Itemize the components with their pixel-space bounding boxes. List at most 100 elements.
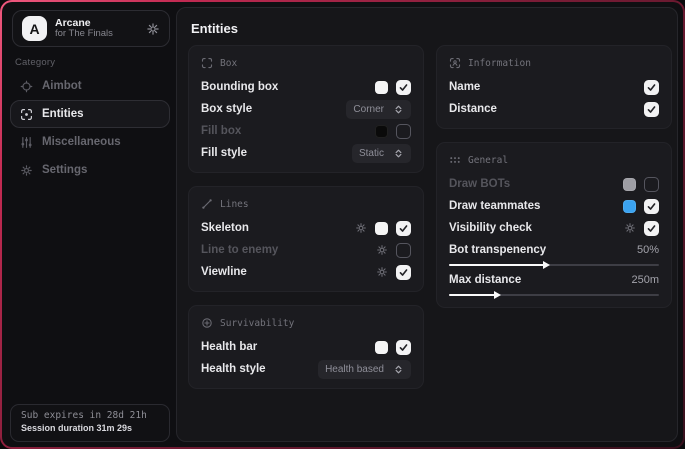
- skeleton-config-gear-icon[interactable]: [355, 222, 367, 234]
- check-icon: [647, 105, 656, 114]
- sidebar-item-entities[interactable]: Entities: [10, 100, 170, 128]
- grid-dots-icon: [449, 154, 461, 166]
- left-column: Box Bounding box Box style: [188, 45, 424, 402]
- setting-label: Max distance: [449, 274, 521, 286]
- check-icon: [399, 343, 408, 352]
- sidebar-item-label: Aimbot: [42, 80, 82, 92]
- setting-row-fill-box: Fill box: [201, 120, 411, 142]
- fill-style-dropdown[interactable]: Static: [352, 144, 411, 163]
- checkbox[interactable]: [644, 102, 659, 117]
- color-swatch[interactable]: [375, 125, 388, 138]
- setting-row-viewline: Viewline: [201, 261, 411, 283]
- health-icon: [201, 317, 213, 329]
- app-window: A Arcane for The Finals Category Aimbot: [2, 2, 683, 447]
- survivability-section: Survivability Health bar Health style: [188, 305, 424, 389]
- crosshair-icon: [20, 80, 33, 93]
- section-title: Survivability: [220, 318, 294, 329]
- setting-label: Health style: [201, 363, 318, 375]
- color-swatch[interactable]: [375, 341, 388, 354]
- setting-row-bot-transparency: Bot transpenency 50%: [449, 239, 659, 269]
- setting-row-health-style: Health style Health based: [201, 358, 411, 380]
- section-title: Information: [468, 58, 531, 69]
- person-scan-icon: [449, 57, 461, 69]
- setting-label: Fill box: [201, 125, 375, 137]
- setting-label: Bot transpenency: [449, 244, 546, 256]
- chevron-updown-icon: [393, 104, 404, 115]
- setting-label: Fill style: [201, 147, 352, 159]
- information-section: Information Name Distance: [436, 45, 672, 129]
- checkbox[interactable]: [396, 243, 411, 258]
- gear-icon: [20, 164, 33, 177]
- checkbox[interactable]: [396, 221, 411, 236]
- setting-label: Visibility check: [449, 222, 624, 234]
- dropdown-value: Corner: [353, 104, 384, 115]
- sub-expiry-text: Sub expires in 28d 21h: [21, 410, 159, 421]
- brand-card: A Arcane for The Finals: [12, 10, 170, 47]
- setting-label: Draw teammates: [449, 200, 623, 212]
- sidebar-item-settings[interactable]: Settings: [10, 156, 170, 184]
- checkbox[interactable]: [644, 80, 659, 95]
- check-icon: [399, 224, 408, 233]
- setting-label: Draw BOTs: [449, 178, 623, 190]
- slider-value: 250m: [631, 274, 659, 286]
- color-swatch[interactable]: [375, 81, 388, 94]
- setting-row-visibility-check: Visibility check: [449, 217, 659, 239]
- setting-row-max-distance: Max distance 250m: [449, 269, 659, 299]
- right-column: Information Name Distance: [436, 45, 672, 321]
- line-icon: [201, 198, 213, 210]
- slider-fill[interactable]: [449, 264, 544, 266]
- general-section: General Draw BOTs Draw teammates: [436, 142, 672, 308]
- box-section: Box Bounding box Box style: [188, 45, 424, 173]
- checkbox[interactable]: [644, 199, 659, 214]
- sliders-icon: [20, 136, 33, 149]
- sidebar-item-label: Entities: [42, 108, 84, 120]
- checkbox[interactable]: [396, 124, 411, 139]
- setting-label: Name: [449, 81, 644, 93]
- sidebar: A Arcane for The Finals Category Aimbot: [2, 2, 177, 447]
- chevron-updown-icon: [393, 148, 404, 159]
- main-panel: Entities Box Bounding box: [176, 7, 678, 442]
- sidebar-item-miscellaneous[interactable]: Miscellaneous: [10, 128, 170, 156]
- section-title: Lines: [220, 199, 249, 210]
- page-title: Entities: [191, 21, 238, 36]
- setting-label: Bounding box: [201, 81, 375, 93]
- setting-row-health-bar: Health bar: [201, 336, 411, 358]
- health-style-dropdown[interactable]: Health based: [318, 360, 411, 379]
- color-swatch[interactable]: [375, 222, 388, 235]
- setting-label: Viewline: [201, 266, 376, 278]
- line-to-enemy-config-gear-icon[interactable]: [376, 244, 388, 256]
- app-logo: A: [22, 16, 47, 41]
- color-swatch[interactable]: [623, 200, 636, 213]
- checkbox[interactable]: [396, 340, 411, 355]
- max-distance-slider[interactable]: [449, 294, 659, 296]
- bot-transparency-slider[interactable]: [449, 264, 659, 266]
- checkbox[interactable]: [396, 265, 411, 280]
- checkbox[interactable]: [644, 221, 659, 236]
- visibility-config-gear-icon[interactable]: [624, 222, 636, 234]
- subscription-card: Sub expires in 28d 21h Session duration …: [10, 404, 170, 442]
- box-style-dropdown[interactable]: Corner: [346, 100, 411, 119]
- account-settings-icon[interactable]: [146, 22, 160, 36]
- color-swatch[interactable]: [623, 178, 636, 191]
- setting-row-draw-bots: Draw BOTs: [449, 173, 659, 195]
- setting-row-draw-teammates: Draw teammates: [449, 195, 659, 217]
- section-title: General: [468, 155, 508, 166]
- check-icon: [647, 202, 656, 211]
- sidebar-item-label: Miscellaneous: [42, 136, 121, 148]
- checkbox[interactable]: [396, 80, 411, 95]
- checkbox[interactable]: [644, 177, 659, 192]
- setting-row-fill-style: Fill style Static: [201, 142, 411, 164]
- sidebar-item-aimbot[interactable]: Aimbot: [10, 72, 170, 100]
- setting-row-distance: Distance: [449, 98, 659, 120]
- viewline-config-gear-icon[interactable]: [376, 266, 388, 278]
- sidebar-nav: Aimbot Entities Miscellaneous Settings: [10, 72, 170, 184]
- slider-fill[interactable]: [449, 294, 495, 296]
- setting-row-skeleton: Skeleton: [201, 217, 411, 239]
- setting-row-name: Name: [449, 76, 659, 98]
- entities-icon: [20, 108, 33, 121]
- setting-row-line-to-enemy: Line to enemy: [201, 239, 411, 261]
- setting-row-bounding-box: Bounding box: [201, 76, 411, 98]
- check-icon: [399, 268, 408, 277]
- dropdown-value: Health based: [325, 364, 384, 375]
- setting-label: Health bar: [201, 341, 375, 353]
